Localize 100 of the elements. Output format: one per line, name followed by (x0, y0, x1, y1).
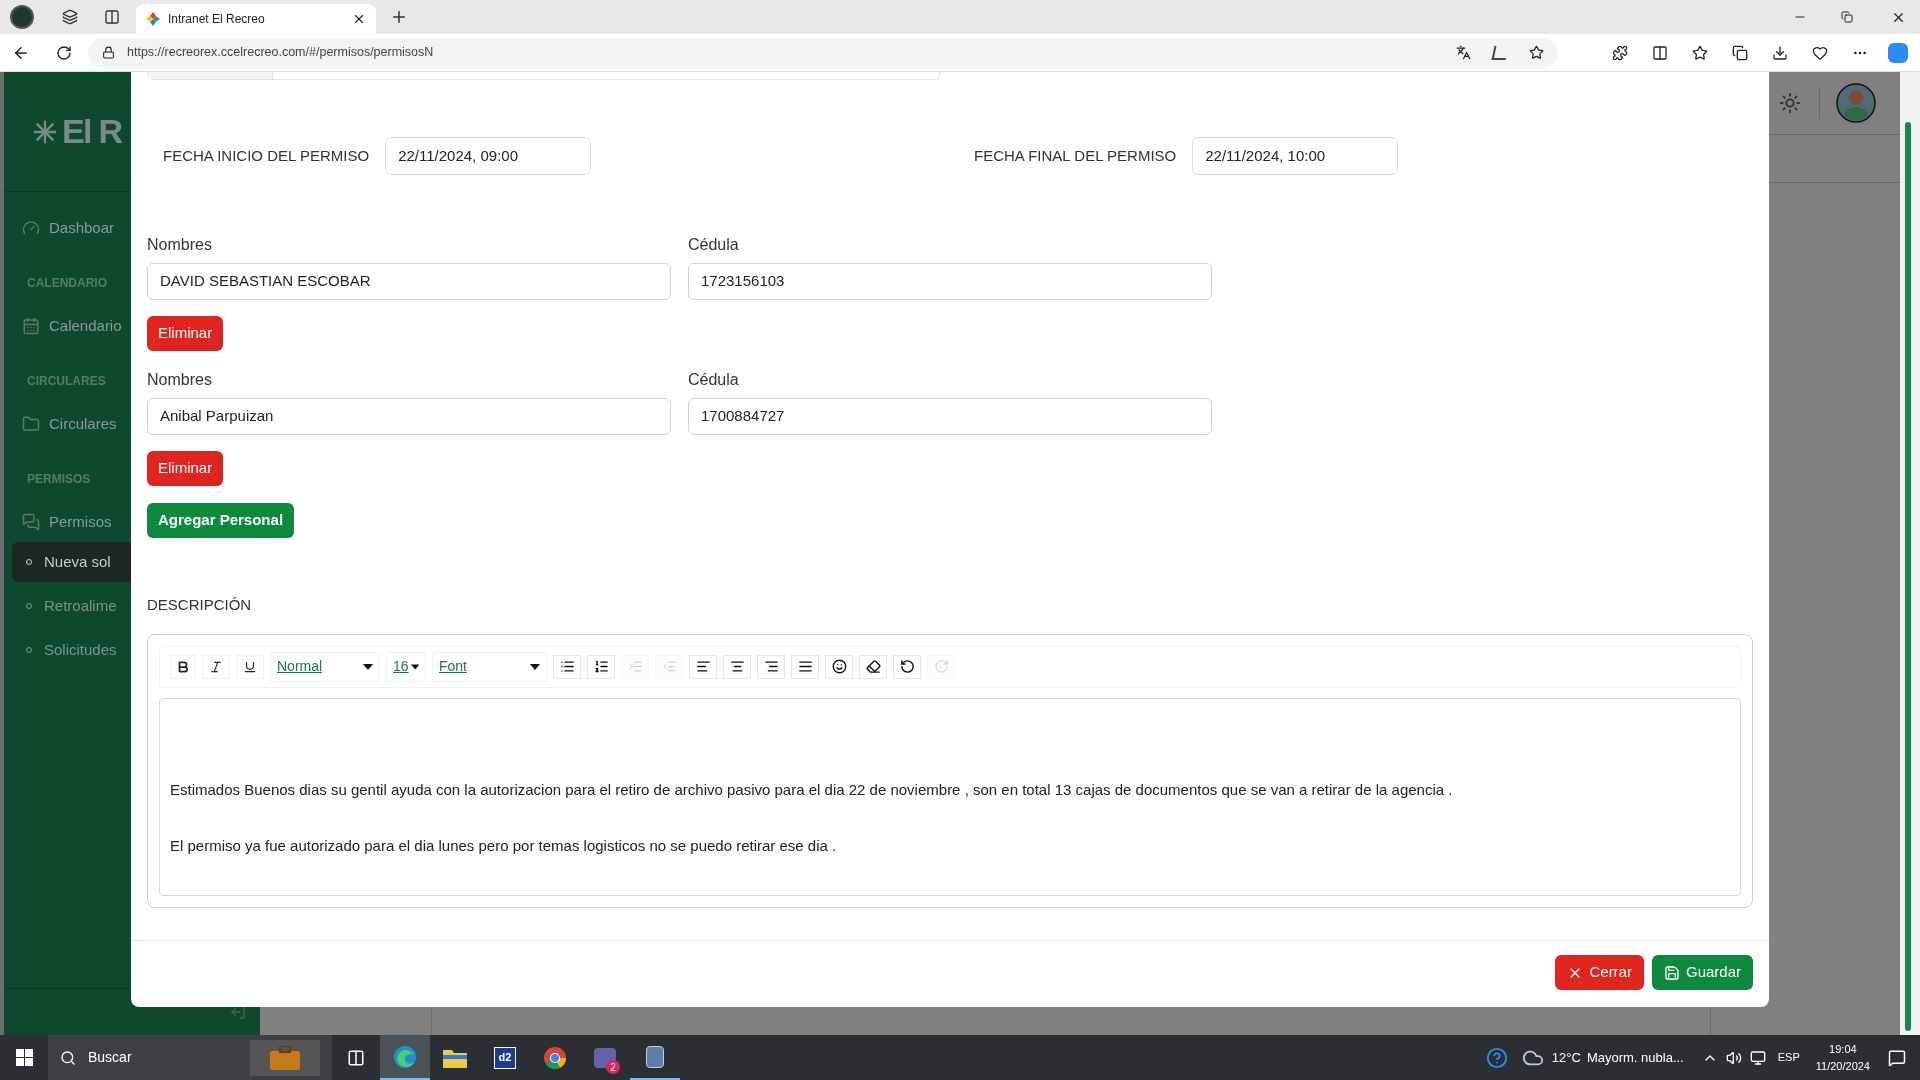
gauge-icon (22, 219, 40, 237)
chat-icon (22, 513, 40, 531)
unordered-icon (559, 659, 575, 674)
underline-button[interactable] (236, 654, 264, 679)
favorite-icon[interactable] (1529, 45, 1544, 60)
undo-icon (899, 659, 915, 674)
left-button[interactable] (689, 654, 717, 679)
lock-icon (102, 46, 115, 59)
ordered-button[interactable] (587, 654, 615, 679)
bold-button[interactable] (170, 654, 196, 679)
date-field[interactable]: 22/11/2024, 10:00 (1192, 137, 1399, 175)
weather-text: Mayorm. nubla... (1586, 1048, 1684, 1067)
notification-badge: 2 (606, 1060, 620, 1074)
sidebar-subitem[interactable]: Solicitudes (12, 630, 131, 670)
ordered-icon (593, 659, 609, 674)
add-personnel-button[interactable]: Agregar Personal (147, 503, 295, 538)
avatar-icon[interactable] (1836, 83, 1876, 123)
justify-button[interactable] (791, 654, 819, 679)
tab-title: Intranet El Recreo (168, 11, 266, 28)
right-button[interactable] (757, 654, 785, 679)
field-label: Nombres (147, 370, 213, 390)
copilot-icon[interactable] (1888, 42, 1908, 63)
restore-icon[interactable] (1841, 11, 1853, 23)
remove-button[interactable]: Eliminar (147, 316, 224, 351)
temperature-text: 12°C (1551, 1048, 1581, 1067)
block-type-dropdown[interactable]: Normal (270, 651, 380, 682)
emoji-button[interactable] (825, 654, 853, 679)
input-field[interactable] (147, 72, 940, 80)
tab-actions-icon[interactable] (104, 9, 120, 25)
sidebar-section-header: CALENDARIO (26, 275, 108, 292)
sidebar-section-header: PERMISOS (26, 471, 92, 488)
sidebar-item[interactable]: Permisos (4, 502, 131, 542)
calendar-icon (22, 317, 40, 335)
caret-icon (363, 663, 373, 670)
sidebar-subitem[interactable]: Retroalime (12, 586, 131, 626)
font-size-dropdown[interactable]: 16 (386, 651, 426, 682)
left-icon (695, 659, 711, 674)
save-button[interactable]: Guardar (1651, 955, 1753, 990)
favorites-icon[interactable] (1692, 44, 1708, 61)
profile-icon[interactable] (10, 5, 34, 29)
name-field[interactable]: Anibal Parpuizan (147, 398, 671, 435)
translate-icon[interactable] (1456, 45, 1471, 60)
download-icon[interactable] (1772, 44, 1788, 61)
field-label: FECHA FINAL DEL PERMISO (974, 145, 1177, 166)
heart-icon[interactable] (1812, 44, 1828, 61)
id-field[interactable]: 1700884727 (688, 398, 1212, 435)
sidebar-subitem[interactable]: Nueva sol (12, 542, 131, 582)
center-button[interactable] (723, 654, 751, 679)
logo-icon (32, 118, 58, 145)
extensions-icon[interactable] (1612, 44, 1628, 61)
search-icon (60, 1049, 76, 1066)
italic-button[interactable] (202, 654, 230, 679)
new-tab-icon[interactable] (390, 8, 408, 26)
volume-icon[interactable] (1725, 1049, 1742, 1066)
url-text: https://recreorex.ccelrecreo.com/#/permisos/permisosN (127, 44, 435, 62)
paragraph: El permiso ya fue autorizado para el dia lunes pero por temas logisticos no se puedo retirar ese dia . (170, 836, 838, 856)
notifications-icon[interactable] (1888, 1048, 1906, 1067)
refresh-icon[interactable] (56, 44, 72, 61)
help-icon[interactable] (1485, 1046, 1508, 1069)
logo-text: El R (62, 111, 122, 152)
undo-button[interactable] (893, 654, 921, 679)
field-label: Cédula (688, 370, 740, 390)
language-text[interactable]: ESP (1777, 1049, 1800, 1066)
font-family-dropdown[interactable]: Font (432, 651, 547, 682)
sidebar-item[interactable]: Circulares (4, 404, 131, 444)
section-label: DESCRIPCIÓN (147, 595, 253, 615)
unordered-button[interactable] (553, 654, 581, 679)
eraser-button[interactable] (859, 654, 887, 679)
caret-icon (530, 663, 540, 670)
sidebar-item[interactable]: Calendario (4, 306, 131, 346)
indent-icon (627, 659, 643, 674)
field-label: FECHA INICIO DEL PERMISO (163, 145, 370, 166)
name-field[interactable]: DAVID SEBASTIAN ESCOBAR (147, 263, 671, 300)
close-button[interactable]: Cerrar (1555, 955, 1644, 990)
remove-button[interactable]: Eliminar (147, 451, 224, 486)
workspaces-icon[interactable] (62, 9, 78, 25)
paragraph: Estimados Buenos dias su gentil ayuda con la autorizacion para el retiro de archivo pasivo para el dia 22 de noviembre , son en total 13 cajas de documentos que se van a retirar de la agencia . (170, 779, 1454, 800)
app-label: d2 (498, 1050, 512, 1066)
network-icon[interactable] (1749, 1049, 1766, 1066)
split-screen-icon[interactable] (1652, 44, 1668, 61)
address-bar[interactable]: https://recreorex.ccelrecreo.com/#/permisos/permisosN (88, 37, 1558, 68)
eraser-icon (865, 659, 881, 674)
field-label: Cédula (688, 235, 740, 255)
id-field[interactable]: 1723156103 (688, 263, 1212, 300)
folder-icon (22, 415, 40, 433)
underline-icon (243, 659, 257, 674)
theme-icon[interactable] (1779, 92, 1801, 114)
collapse-icon[interactable] (230, 1004, 246, 1020)
scrollbar-thumb[interactable] (1905, 122, 1911, 1031)
sidebar-item[interactable]: Dashboar (4, 208, 131, 248)
browser-app-icon[interactable] (380, 1035, 430, 1080)
search-field[interactable]: Buscar (48, 1035, 332, 1080)
clock-date: 11/20/2024 (1815, 1058, 1870, 1074)
bold-icon (176, 659, 190, 674)
date-field[interactable]: 22/11/2024, 09:00 (385, 137, 592, 175)
browser-tab[interactable]: Intranet El Recreo (136, 4, 376, 34)
caret-icon (410, 663, 419, 670)
emoji-icon (831, 659, 847, 674)
close-icon[interactable] (352, 12, 366, 26)
collections-icon[interactable] (1732, 44, 1748, 61)
